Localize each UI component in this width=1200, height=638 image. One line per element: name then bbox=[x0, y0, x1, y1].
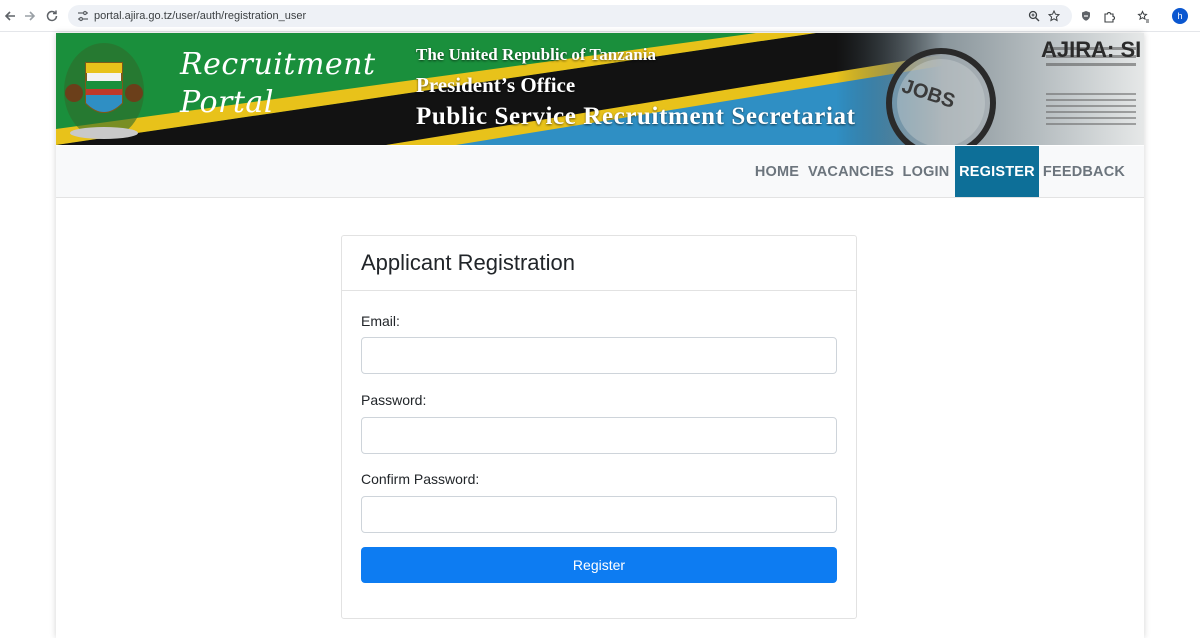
nav-login[interactable]: LOGIN bbox=[899, 146, 953, 197]
back-icon[interactable] bbox=[0, 6, 20, 26]
nav-vacancies[interactable]: VACANCIES bbox=[806, 146, 896, 197]
card-header: Applicant Registration bbox=[342, 236, 856, 291]
extensions-puzzle-icon[interactable] bbox=[1101, 8, 1117, 24]
brand-title-line1: Recruitment bbox=[180, 47, 376, 82]
url-text: portal.ajira.go.tz/user/auth/registratio… bbox=[94, 10, 307, 22]
card-title: Applicant Registration bbox=[361, 250, 576, 275]
bookmark-star-icon[interactable] bbox=[1046, 8, 1062, 24]
coat-of-arms-icon bbox=[64, 43, 144, 139]
nav-home[interactable]: HOME bbox=[750, 146, 804, 197]
email-label: Email: bbox=[361, 313, 400, 329]
reload-icon[interactable] bbox=[42, 6, 62, 26]
address-bar[interactable]: portal.ajira.go.tz/user/auth/registratio… bbox=[68, 5, 1072, 27]
forward-icon[interactable] bbox=[20, 6, 40, 26]
site-info-icon[interactable] bbox=[76, 9, 90, 23]
email-field[interactable] bbox=[361, 337, 837, 374]
gov-title-line1: The United Republic of Tanzania bbox=[416, 45, 656, 64]
nav-feedback[interactable]: FEEDBACK bbox=[1041, 146, 1127, 197]
zoom-icon[interactable] bbox=[1026, 8, 1042, 24]
password-label: Password: bbox=[361, 392, 427, 408]
bookmarks-list-icon[interactable] bbox=[1135, 8, 1151, 24]
register-submit-button[interactable]: Register bbox=[361, 547, 837, 583]
password-field[interactable] bbox=[361, 417, 837, 454]
confirm-password-field[interactable] bbox=[361, 496, 837, 533]
shield-extension-icon[interactable] bbox=[1078, 8, 1094, 24]
nav-register[interactable]: REGISTER bbox=[955, 146, 1039, 197]
main-container: Recruitment Portal The United Republic o… bbox=[56, 33, 1144, 638]
gov-title-line3: Public Service Recruitment Secretariat bbox=[416, 103, 856, 130]
main-navbar: HOME VACANCIES LOGIN REGISTER FEEDBACK bbox=[56, 146, 1144, 198]
page-background: Recruitment Portal The United Republic o… bbox=[0, 33, 1200, 638]
confirm-password-label: Confirm Password: bbox=[361, 471, 480, 487]
newspaper-headline: AJIRA: SI bbox=[1041, 37, 1142, 62]
brand-title-line2: Portal bbox=[180, 85, 274, 120]
gov-title-line2: President’s Office bbox=[416, 73, 576, 97]
registration-card: Applicant Registration Email: Password: … bbox=[341, 235, 857, 619]
profile-avatar[interactable]: h bbox=[1172, 8, 1188, 24]
header-banner: Recruitment Portal The United Republic o… bbox=[56, 33, 1144, 145]
browser-toolbar: portal.ajira.go.tz/user/auth/registratio… bbox=[0, 0, 1200, 32]
